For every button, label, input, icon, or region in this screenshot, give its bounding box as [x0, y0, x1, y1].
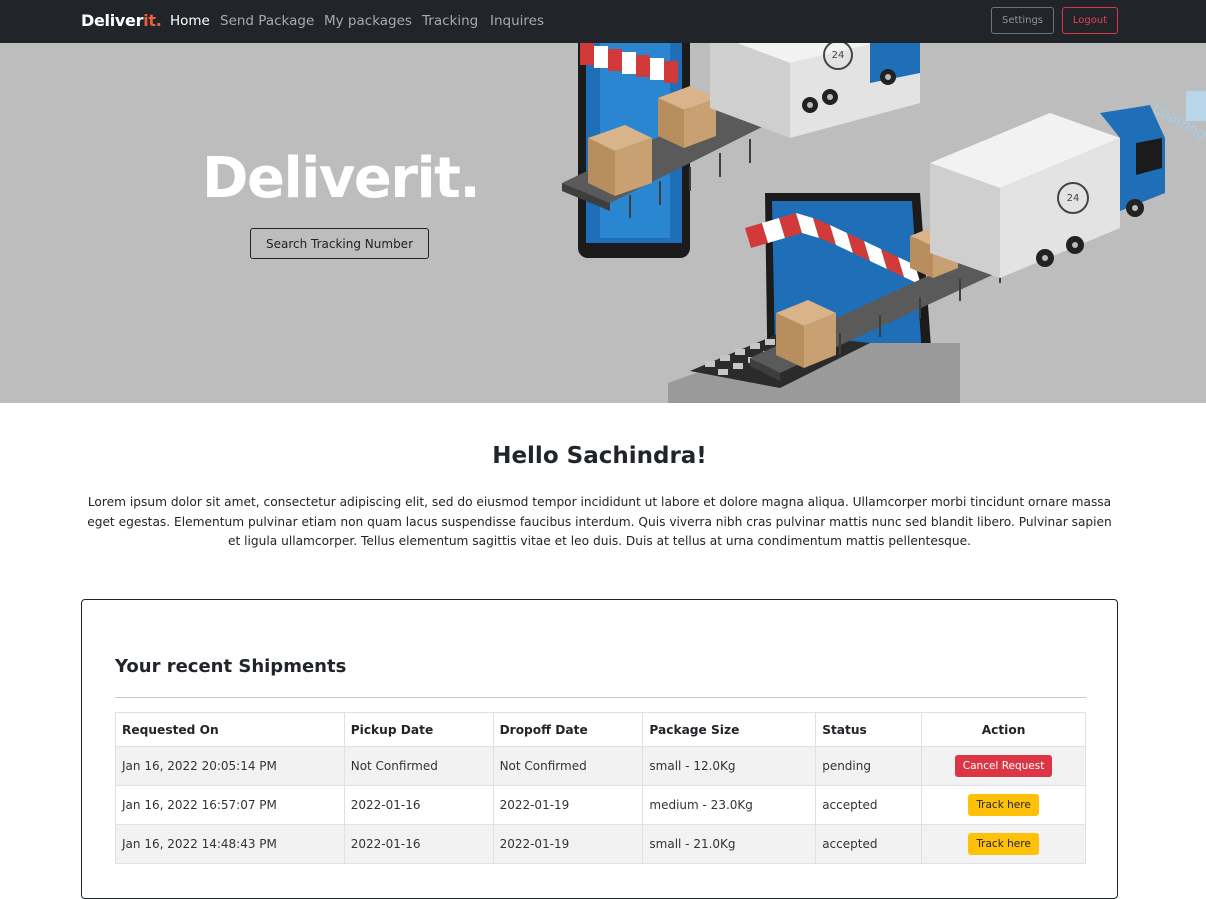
col-package-size: Package Size — [642, 712, 817, 747]
shipments-title: Your recent Shipments — [115, 656, 347, 677]
cell-action: Track here — [921, 824, 1086, 864]
intro-paragraph: Lorem ipsum dolor sit amet, consectetur … — [87, 495, 1112, 549]
table-row: Jan 16, 2022 14:48:43 PM 2022-01-16 2022… — [115, 824, 1086, 864]
track-here-button[interactable]: Track here — [968, 794, 1039, 816]
cell-size: medium - 23.0Kg — [642, 785, 817, 825]
nav-tracking[interactable]: Tracking — [422, 13, 478, 29]
table-header-row: Requested On Pickup Date Dropoff Date Pa… — [115, 712, 1086, 747]
truck-badge-bottom: 24 — [1067, 193, 1080, 204]
nav-send-package[interactable]: Send Package — [220, 13, 314, 29]
delivery-illustration: 24 24 Loading — [562, 43, 1206, 403]
cell-pickup: Not Confirmed — [343, 746, 494, 786]
cell-status: accepted — [815, 785, 923, 825]
cell-dropoff: 2022-01-19 — [492, 824, 644, 864]
cell-pickup: 2022-01-16 — [343, 785, 494, 825]
box-1 — [588, 125, 652, 196]
search-tracking-button[interactable]: Search Tracking Number — [250, 228, 429, 259]
nav-inquires[interactable]: Inquires — [490, 13, 544, 29]
col-action: Action — [921, 712, 1086, 747]
truck-badge-top: 24 — [832, 50, 845, 61]
cell-action: Track here — [921, 785, 1086, 825]
box-4 — [776, 300, 836, 368]
nav-home[interactable]: Home — [170, 13, 210, 29]
nav-my-packages[interactable]: My packages — [324, 13, 412, 29]
cancel-request-button[interactable]: Cancel Request — [954, 755, 1053, 777]
cell-size: small - 21.0Kg — [642, 824, 817, 864]
cell-status: pending — [815, 746, 923, 786]
col-requested-on: Requested On — [115, 712, 345, 747]
bottom-truck: 24 — [930, 105, 1165, 278]
cell-action: Cancel Request — [921, 746, 1086, 786]
cell-requested: Jan 16, 2022 14:48:43 PM — [115, 824, 345, 864]
cell-status: accepted — [815, 824, 923, 864]
cell-dropoff: 2022-01-19 — [492, 785, 644, 825]
greeting-heading: Hello Sachindra! — [492, 443, 707, 469]
cell-requested: Jan 16, 2022 16:57:07 PM — [115, 785, 345, 825]
box-2 — [658, 86, 716, 148]
logout-button[interactable]: Logout — [1062, 7, 1118, 34]
col-dropoff-date: Dropoff Date — [492, 712, 644, 747]
hero-title: Deliverit. — [202, 146, 481, 211]
settings-button[interactable]: Settings — [991, 7, 1054, 34]
recent-shipments-card: Your recent Shipments Requested On Picku… — [81, 599, 1118, 899]
top-navbar: Deliverit. Home Send Package My packages… — [0, 0, 1206, 43]
cell-pickup: 2022-01-16 — [343, 824, 494, 864]
hero-banner: 24 24 Loading Deliverit. Search Tracking… — [0, 43, 1206, 403]
table-row: Jan 16, 2022 16:57:07 PM 2022-01-16 2022… — [115, 785, 1086, 825]
brand-logo[interactable]: Deliverit. — [81, 11, 162, 30]
col-status: Status — [815, 712, 923, 747]
brand-accent: it. — [143, 11, 162, 30]
table-row: Jan 16, 2022 20:05:14 PM Not Confirmed N… — [115, 746, 1086, 786]
col-pickup-date: Pickup Date — [343, 712, 494, 747]
cell-size: small - 12.0Kg — [642, 746, 817, 786]
brand-main: Deliver — [81, 11, 144, 30]
track-here-button[interactable]: Track here — [968, 833, 1039, 855]
cell-requested: Jan 16, 2022 20:05:14 PM — [115, 746, 345, 786]
divider — [115, 697, 1086, 698]
cell-dropoff: Not Confirmed — [492, 746, 644, 786]
shipments-table: Requested On Pickup Date Dropoff Date Pa… — [115, 712, 1086, 864]
